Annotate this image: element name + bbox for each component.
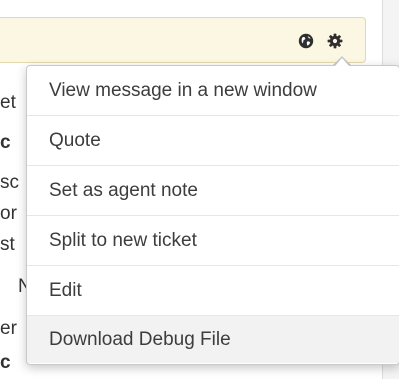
menu-item-set-agent-note[interactable]: Set as agent note: [27, 166, 399, 216]
message-header: [0, 17, 366, 63]
menu-item-quote[interactable]: Quote: [27, 116, 399, 166]
menu-item-edit[interactable]: Edit: [27, 266, 399, 316]
gear-icon[interactable]: [326, 32, 344, 50]
menu-item-download-debug[interactable]: Download Debug File: [27, 316, 399, 363]
menu-caret-fill: [335, 58, 349, 66]
message-actions-menu: View message in a new window Quote Set a…: [26, 65, 399, 365]
globe-icon[interactable]: [297, 32, 315, 50]
menu-item-view-new-window[interactable]: View message in a new window: [27, 66, 399, 116]
menu-item-split-ticket[interactable]: Split to new ticket: [27, 216, 399, 266]
ticket-view: et c sc or st N er c View message in a n…: [0, 0, 399, 379]
